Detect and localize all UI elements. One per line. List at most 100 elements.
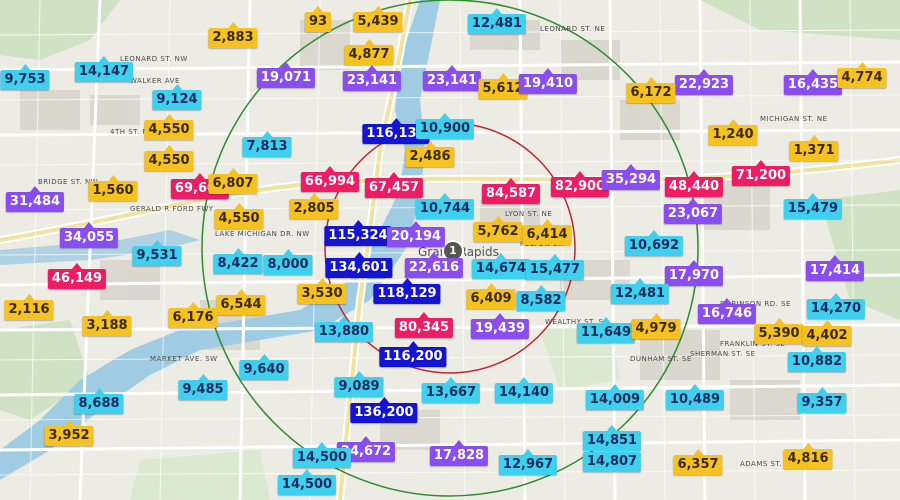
traffic-count-badge[interactable]: 118,129 [373,278,441,304]
traffic-count-badge[interactable]: 80,345 [394,312,454,338]
street-label: SHERMAN ST. SE [690,350,756,358]
traffic-count-badge[interactable]: 31,484 [5,186,65,212]
street-label: LAKE MICHIGAN DR. NW [215,230,310,238]
traffic-count-badge[interactable]: 3,188 [82,310,132,336]
traffic-count-badge[interactable]: 12,967 [498,449,558,475]
traffic-count-badge[interactable]: 4,774 [837,62,887,88]
traffic-count-badge[interactable]: 13,667 [421,377,481,403]
traffic-count-badge[interactable]: 9,640 [239,354,289,380]
traffic-count-badge[interactable]: 16,435 [783,69,843,95]
traffic-count-badge[interactable]: 93 [304,6,332,32]
traffic-count-badge[interactable]: 2,805 [289,193,339,219]
traffic-count-badge[interactable]: 46,149 [47,263,107,289]
traffic-count-badge[interactable]: 9,357 [797,387,847,413]
traffic-count-badge[interactable]: 22,923 [674,69,734,95]
traffic-count-badge[interactable]: 11,649 [576,317,636,343]
traffic-count-badge[interactable]: 9,124 [152,84,202,110]
traffic-count-badge[interactable]: 23,141 [342,65,402,91]
traffic-count-badge[interactable]: 82,900 [550,171,610,197]
traffic-count-badge[interactable]: 115,324 [324,220,392,246]
traffic-count-badge[interactable]: 12,481 [610,278,670,304]
traffic-count-badge[interactable]: 84,587 [481,178,541,204]
traffic-count-badge[interactable]: 134,601 [325,252,393,278]
street-label: LYON ST. NE [505,210,553,218]
traffic-count-badge[interactable]: 4,979 [631,313,681,339]
traffic-count-badge[interactable]: 6,172 [626,77,676,103]
traffic-count-badge[interactable]: 14,807 [582,446,642,472]
traffic-count-badge[interactable]: 14,500 [292,442,352,468]
traffic-count-badge[interactable]: 4,402 [802,320,852,346]
traffic-count-badge[interactable]: 3,952 [44,420,94,446]
traffic-count-badge[interactable]: 10,692 [624,230,684,256]
traffic-count-badge[interactable]: 10,900 [415,113,475,139]
street-label: MICHIGAN ST. NE [760,115,828,123]
traffic-count-badge[interactable]: 1,371 [789,135,839,161]
traffic-count-badge[interactable]: 17,828 [429,440,489,466]
traffic-count-badge[interactable]: 67,457 [364,172,424,198]
traffic-count-badge[interactable]: 4,550 [214,203,264,229]
traffic-count-badge[interactable]: 8,422 [213,248,263,274]
traffic-count-badge[interactable]: 14,674 [471,253,531,279]
traffic-count-badge[interactable]: 6,409 [466,283,516,309]
traffic-count-badge[interactable]: 3,530 [297,278,347,304]
traffic-count-badge[interactable]: 71,200 [731,160,791,186]
traffic-count-badge[interactable]: 1,240 [708,119,758,145]
traffic-count-badge[interactable]: 5,762 [473,216,523,242]
traffic-count-badge[interactable]: 35,294 [601,164,661,190]
traffic-count-badge[interactable]: 4,816 [783,443,833,469]
traffic-count-badge[interactable]: 22,616 [404,252,464,278]
traffic-count-badge[interactable]: 7,813 [242,131,292,157]
traffic-count-badge[interactable]: 14,500 [277,469,337,495]
traffic-count-badge[interactable]: 19,439 [470,313,530,339]
traffic-count-badge[interactable]: 6,357 [673,449,723,475]
traffic-count-badge[interactable]: 1,560 [88,175,138,201]
traffic-count-badge[interactable]: 19,410 [518,68,578,94]
traffic-count-badge[interactable]: 6,807 [208,168,258,194]
traffic-count-badge[interactable]: 15,477 [525,254,585,280]
traffic-count-badge[interactable]: 10,744 [415,193,475,219]
traffic-count-badge[interactable]: 23,141 [422,65,482,91]
traffic-count-badge[interactable]: 17,414 [805,255,865,281]
traffic-count-badge[interactable]: 10,882 [787,346,847,372]
traffic-count-badge[interactable]: 136,200 [350,397,418,423]
traffic-count-badge[interactable]: 4,550 [144,114,194,140]
traffic-count-badge[interactable]: 14,009 [585,384,645,410]
traffic-count-badge[interactable]: 6,544 [216,289,266,315]
traffic-count-badge[interactable]: 2,116 [4,294,54,320]
traffic-count-badge[interactable]: 12,481 [467,8,527,34]
traffic-count-badge[interactable]: 14,147 [74,56,134,82]
traffic-count-badge[interactable]: 15,479 [783,193,843,219]
street-label: MARKET AVE. SW [150,355,218,363]
traffic-count-badge[interactable]: 13,880 [314,316,374,342]
traffic-count-badge[interactable]: 4,877 [344,39,394,65]
traffic-count-badge[interactable]: 116,200 [379,341,447,367]
traffic-count-badge[interactable]: 9,753 [0,64,50,90]
traffic-count-badge[interactable]: 4,550 [144,145,194,171]
traffic-count-badge[interactable]: 8,000 [263,249,313,275]
traffic-count-badge[interactable]: 9,485 [178,374,228,400]
traffic-count-badge[interactable]: 5,439 [353,6,403,32]
traffic-count-badge[interactable]: 19,071 [256,62,316,88]
traffic-count-badge[interactable]: 14,140 [494,377,554,403]
traffic-count-badge[interactable]: 9,089 [334,371,384,397]
traffic-count-badge[interactable]: 10,489 [665,384,725,410]
traffic-count-badge[interactable]: 34,055 [59,222,119,248]
traffic-count-badge[interactable]: 2,486 [405,141,455,167]
traffic-count-badge[interactable]: 14,270 [806,293,866,319]
traffic-count-badge[interactable]: 8,582 [516,285,566,311]
traffic-count-badge[interactable]: 48,440 [664,171,724,197]
traffic-count-badge[interactable]: 9,531 [132,240,182,266]
traffic-count-badge[interactable]: 2,883 [208,22,258,48]
traffic-count-badge[interactable]: 20,194 [386,221,446,247]
street-label: LEONARD ST. NE [540,25,606,33]
traffic-count-badge[interactable]: 8,688 [74,388,124,414]
traffic-count-badge[interactable]: 16,746 [697,298,757,324]
street-label: DUNHAM ST. SE [630,355,692,363]
traffic-count-badge[interactable]: 6,176 [168,302,218,328]
traffic-count-map[interactable]: LEONARD ST. NE LEONARD ST. NW WALKER AVE 4T… [0,0,900,500]
traffic-count-badge[interactable]: 23,067 [663,198,723,224]
traffic-count-badge[interactable]: 6,414 [522,219,572,245]
traffic-count-badge[interactable]: 5,390 [754,318,804,344]
traffic-count-badge[interactable]: 17,970 [664,260,724,286]
traffic-count-badge[interactable]: 66,994 [300,166,360,192]
